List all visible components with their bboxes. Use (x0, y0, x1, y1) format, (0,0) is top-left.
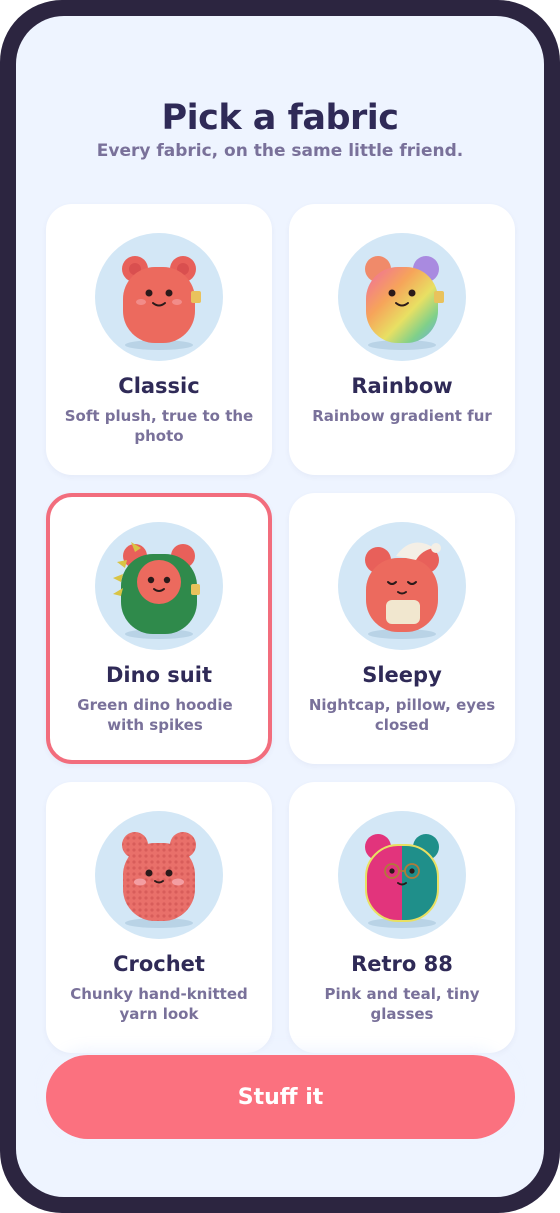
fabric-description: Pink and teal, tiny glasses (324, 985, 480, 1023)
fabric-name: Sleepy (362, 663, 442, 687)
device-frame: Pick a fabric Every fabric, on the same … (0, 0, 560, 1213)
plush-crochet-icon (95, 811, 223, 939)
page-subtitle: Every fabric, on the same little friend. (96, 141, 464, 161)
fabric-card-sleepy[interactable]: Sleepy Nightcap, pillow, eyes closed (289, 493, 515, 764)
fabric-description: Soft plush, true to the photo (64, 407, 254, 445)
fabric-name: Classic (118, 374, 200, 398)
fabric-card-retro-88[interactable]: Retro 88 Pink and teal, tiny glasses (289, 782, 515, 1053)
fabric-description: Chunky hand-knitted yarn look (70, 985, 248, 1023)
plush-rainbow-icon (338, 233, 466, 361)
plush-sleepy-icon (338, 522, 466, 650)
plush-classic-icon (95, 233, 223, 361)
fabric-card-classic[interactable]: Classic Soft plush, true to the photo (46, 204, 272, 475)
stuff-it-button[interactable]: Stuff it (46, 1055, 515, 1139)
fabric-grid: Classic Soft plush, true to the photo Ra… (46, 204, 515, 1053)
fabric-name: Dino suit (105, 663, 212, 687)
fabric-card-dino-suit[interactable]: Dino suit Green dino hoodie with spikes (46, 493, 272, 764)
fabric-name: Crochet (113, 952, 205, 976)
plush-dino-icon (95, 522, 223, 650)
fabric-description: Rainbow gradient fur (312, 407, 492, 425)
plush-retro-icon (338, 811, 466, 939)
page-title: Pick a fabric (161, 98, 399, 138)
app-screen: Pick a fabric Every fabric, on the same … (16, 16, 544, 1197)
fabric-name: Rainbow (351, 374, 453, 398)
fabric-description: Nightcap, pillow, eyes closed (308, 696, 496, 734)
fabric-card-rainbow[interactable]: Rainbow Rainbow gradient fur (289, 204, 515, 475)
fabric-description: Green dino hoodie with spikes (77, 696, 233, 734)
fabric-card-crochet[interactable]: Crochet Chunky hand-knitted yarn look (46, 782, 272, 1053)
fabric-name: Retro 88 (351, 952, 453, 976)
